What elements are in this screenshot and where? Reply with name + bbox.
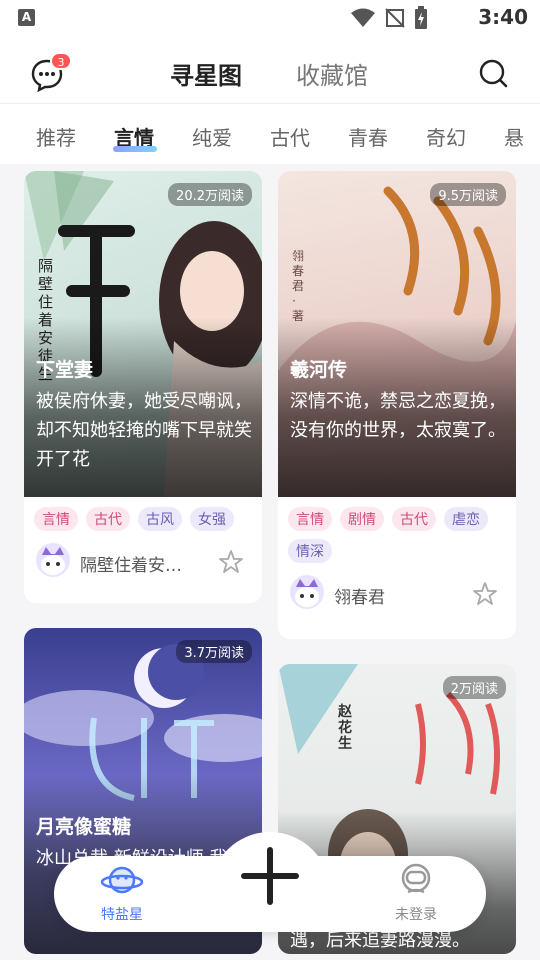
astronaut-icon	[401, 863, 431, 894]
read-count: 3.7万阅读	[176, 640, 252, 663]
no-signal-icon	[385, 8, 405, 28]
tag[interactable]: 言情	[288, 507, 332, 531]
tab-youth[interactable]: 青春	[348, 122, 388, 151]
book-title: 羲河传	[290, 359, 348, 381]
tag[interactable]: 古代	[392, 507, 436, 531]
cover-side-text: 翎春君·著	[292, 249, 305, 323]
tab-ancient[interactable]: 古代	[270, 122, 310, 151]
author-name[interactable]: 翎春君	[334, 583, 385, 608]
author-row: 翎春君	[278, 563, 516, 621]
status-bar: A 3:40	[0, 0, 540, 36]
planet-icon	[100, 866, 144, 894]
search-icon[interactable]	[478, 58, 508, 88]
cover-side-text: 赵花生	[338, 704, 352, 752]
clock: 3:40	[478, 5, 528, 29]
battery-charging-icon	[415, 6, 427, 29]
active-tab-indicator	[113, 146, 157, 152]
tab-suspense[interactable]: 悬	[504, 122, 524, 151]
bottom-nav-label: 未登录	[395, 907, 437, 923]
book-title: 月亮像蜜糖	[36, 816, 132, 838]
author-row: 隔壁住着安…	[24, 531, 262, 589]
tag[interactable]: 虐恋	[444, 507, 488, 531]
book-description: 被侯府休妻，她受尽嘲讽，却不知她轻掩的嘴下早就笑开了花	[36, 391, 252, 470]
wifi-icon	[351, 8, 375, 27]
book-cover: 翎春君·著 9.5万阅读 羲河传 深情不诡，禁忌之恋夏挽，没有你的世界，太寂寞了…	[278, 171, 516, 497]
read-count: 20.2万阅读	[168, 183, 252, 206]
book-cover: 隔壁住着安徒生 20.2万阅读 下堂妻 被侯府休妻，她受尽嘲讽，却不知她轻掩的嘴…	[24, 171, 262, 497]
favorite-star-icon[interactable]	[218, 549, 244, 575]
avatar[interactable]	[290, 575, 324, 609]
category-tabs: 推荐 言情 纯爱 古代 青春 奇幻 悬	[0, 104, 540, 164]
app-notification-icon: A	[18, 9, 35, 26]
book-card[interactable]: 隔壁住着安徒生 20.2万阅读 下堂妻 被侯府休妻，她受尽嘲讽，却不知她轻掩的嘴…	[24, 171, 262, 603]
tag[interactable]: 言情	[34, 507, 78, 531]
tab-pure-love[interactable]: 纯爱	[192, 122, 232, 151]
nav-tab-collection[interactable]: 收藏馆	[296, 56, 368, 91]
read-count: 2万阅读	[442, 676, 506, 699]
book-title: 下堂妻	[36, 359, 94, 381]
avatar[interactable]	[36, 543, 70, 577]
tag[interactable]: 剧情	[340, 507, 384, 531]
read-count: 9.5万阅读	[430, 183, 506, 206]
bottom-nav-label: 特盐星	[101, 907, 143, 923]
tab-recommend[interactable]: 推荐	[36, 122, 76, 151]
book-description: 深情不诡，禁忌之恋夏挽，没有你的世界，太寂寞了。	[290, 391, 506, 441]
tag-list: 言情 古代 古风 女强	[24, 497, 262, 531]
bottom-nav-account[interactable]: 未登录	[376, 862, 456, 924]
nav-tab-star-map[interactable]: 寻星图	[170, 56, 242, 91]
top-header: 3 寻星图 收藏馆	[0, 36, 540, 104]
author-name[interactable]: 隔壁住着安…	[80, 551, 182, 576]
cat-avatar-icon	[41, 547, 65, 575]
tag[interactable]: 女强	[190, 507, 234, 531]
tab-fantasy[interactable]: 奇幻	[426, 122, 466, 151]
cat-avatar-icon	[295, 579, 319, 607]
favorite-star-icon[interactable]	[472, 581, 498, 607]
status-icons	[350, 6, 428, 30]
tag-list: 言情 剧情 古代 虐恋 情深	[278, 497, 516, 563]
message-badge: 3	[50, 52, 72, 70]
tag[interactable]: 情深	[288, 539, 332, 563]
book-card[interactable]: 翎春君·著 9.5万阅读 羲河传 深情不诡，禁忌之恋夏挽，没有你的世界，太寂寞了…	[278, 171, 516, 639]
bottom-nav-planet[interactable]: 特盐星	[82, 862, 162, 924]
add-plus-icon[interactable]	[240, 846, 300, 906]
tag[interactable]: 古风	[138, 507, 182, 531]
tag[interactable]: 古代	[86, 507, 130, 531]
